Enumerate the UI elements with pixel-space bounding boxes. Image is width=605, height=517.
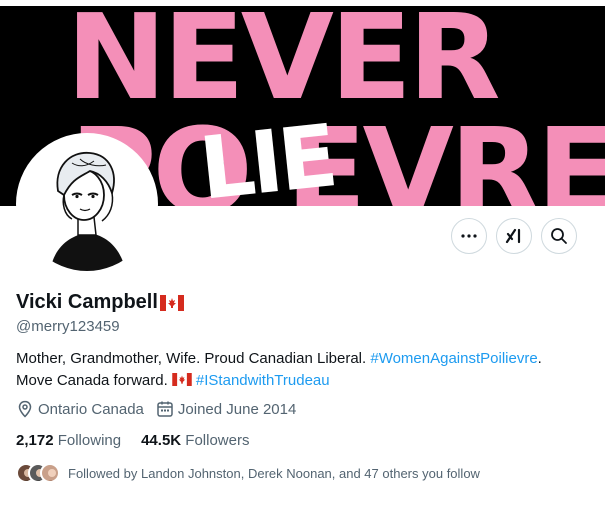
calendar-icon — [157, 401, 173, 417]
following-label: Following — [57, 432, 122, 449]
followers-count: 44.5K — [141, 432, 182, 449]
bio-text: Mother, Grandmother, Wife. Proud Canadia… — [16, 350, 371, 367]
search-icon — [551, 228, 567, 244]
join-date-text: Joined June 2014 — [177, 400, 297, 418]
profile-bio: Mother, Grandmother, Wife. Proud Canadia… — [16, 348, 576, 392]
grok-icon — [505, 228, 521, 244]
banner-text-overlay: LIE — [195, 106, 339, 206]
canada-flag-icon — [159, 294, 184, 311]
user-handle: @merry123459 — [16, 318, 120, 335]
canada-flag-icon — [172, 373, 192, 386]
more-button[interactable] — [451, 218, 487, 254]
location: Ontario Canada — [16, 400, 144, 418]
hashtag-link[interactable]: #IStandwithTrudeau — [196, 372, 330, 389]
followers-link[interactable]: 44.5K Followers — [141, 432, 249, 449]
banner-text-line1: NEVER — [66, 0, 501, 126]
search-profile-button[interactable] — [541, 218, 577, 254]
avatar[interactable] — [16, 133, 158, 275]
followed-by[interactable]: Followed by Landon Johnston, Derek Noona… — [16, 463, 480, 483]
name-row: Vicki Campbell — [16, 291, 184, 314]
following-link[interactable]: 2,172 Following — [16, 432, 121, 449]
profile-actions — [451, 218, 577, 254]
profile-meta: Ontario Canada Joined June 2014 — [16, 400, 308, 418]
avatar-illustration — [20, 137, 154, 271]
bio-text: . — [537, 350, 542, 367]
display-name: Vicki Campbell — [16, 291, 158, 313]
follower-avatar — [40, 463, 60, 483]
location-pin-icon — [18, 400, 32, 418]
more-icon — [461, 234, 477, 238]
following-count: 2,172 — [16, 432, 54, 449]
profile-stats: 2,172 Following 44.5K Followers — [16, 432, 269, 449]
bio-text: Move Canada forward. — [16, 372, 172, 389]
join-date: Joined June 2014 — [156, 400, 296, 418]
hashtag-link[interactable]: #WomenAgainstPoilievre — [370, 350, 537, 367]
grok-button[interactable] — [496, 218, 532, 254]
location-text: Ontario Canada — [38, 400, 144, 418]
followed-by-text: Followed by Landon Johnston, Derek Noona… — [68, 465, 480, 481]
followers-label: Followers — [185, 432, 250, 449]
